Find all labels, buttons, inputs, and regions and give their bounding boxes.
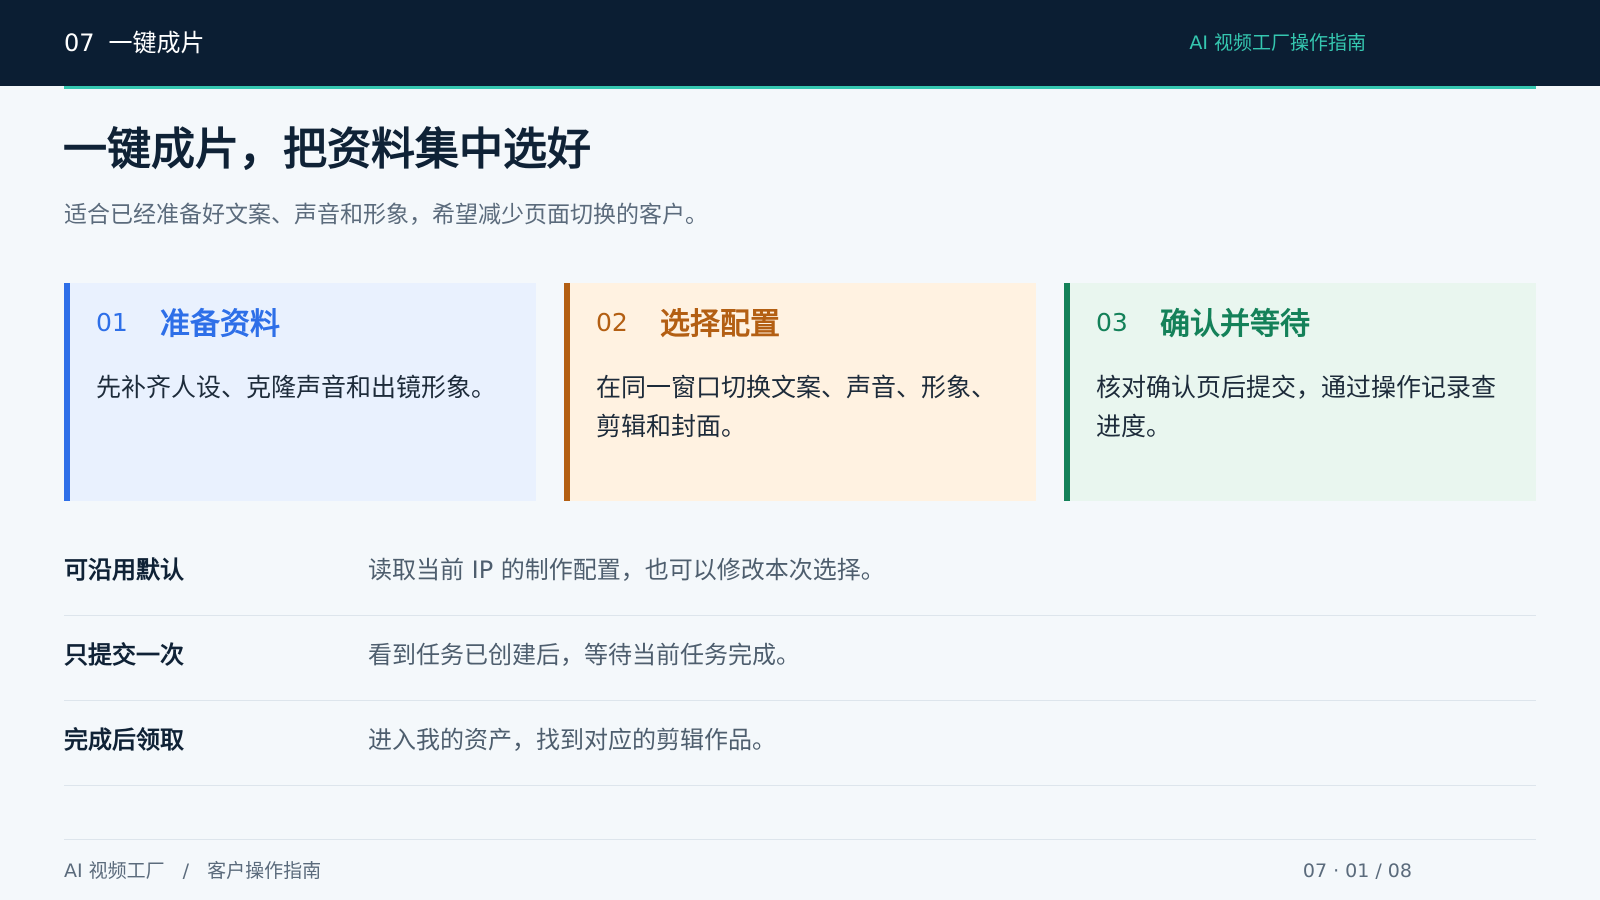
step-description: 核对确认页后提交，通过操作记录查进度。 xyxy=(1096,373,1497,441)
section-heading: 07 一键成片 xyxy=(64,27,205,59)
step-card-prepare: 01 准备资料 先补齐人设、克隆声音和出镜形象。 xyxy=(64,283,536,501)
page-indicator: 07 · 01 / 08 xyxy=(1302,860,1412,882)
footer-divider xyxy=(64,839,1536,840)
step-card-confirm: 03 确认并等待 核对确认页后提交，通过操作记录查进度。 xyxy=(1064,283,1536,501)
note-text: 进入我的资产，找到对应的剪辑作品。 xyxy=(368,726,776,754)
footer-breadcrumb: AI 视频工厂 / 客户操作指南 xyxy=(64,857,321,885)
section-number: 07 xyxy=(64,29,95,57)
note-label: 完成后领取 xyxy=(64,726,184,754)
note-text: 看到任务已创建后，等待当前任务完成。 xyxy=(368,641,800,669)
step-card-configure: 02 选择配置 在同一窗口切换文案、声音、形象、剪辑和封面。 xyxy=(564,283,1036,501)
list-item: 只提交一次 看到任务已创建后，等待当前任务完成。 xyxy=(64,616,1536,701)
page-subtitle: 适合已经准备好文案、声音和形象，希望减少页面切换的客户。 xyxy=(64,202,708,228)
step-description: 在同一窗口切换文案、声音、形象、剪辑和封面。 xyxy=(596,373,997,441)
step-number: 03 xyxy=(1096,308,1128,337)
guide-brand: AI 视频工厂操作指南 xyxy=(1189,32,1366,54)
page-title: 一键成片，把资料集中选好 xyxy=(63,124,591,175)
note-label: 可沿用默认 xyxy=(64,556,184,584)
header-accent-line xyxy=(64,86,1536,89)
step-cards: 01 准备资料 先补齐人设、克隆声音和出镜形象。 02 选择配置 在同一窗口切换文案… xyxy=(64,283,1536,501)
breadcrumb-separator: / xyxy=(182,860,190,882)
step-title: 选择配置 xyxy=(660,307,780,342)
list-item: 完成后领取 进入我的资产，找到对应的剪辑作品。 xyxy=(64,701,1536,786)
note-label: 只提交一次 xyxy=(64,641,184,669)
notes-list: 可沿用默认 读取当前 IP 的制作配置，也可以修改本次选择。 只提交一次 看到任… xyxy=(64,531,1536,786)
list-item: 可沿用默认 读取当前 IP 的制作配置，也可以修改本次选择。 xyxy=(64,531,1536,616)
top-bar: 07 一键成片 AI 视频工厂操作指南 xyxy=(0,0,1600,86)
step-title: 确认并等待 xyxy=(1160,307,1310,342)
section-title: 一键成片 xyxy=(108,29,205,57)
step-number: 01 xyxy=(96,308,128,337)
footer-guide: 客户操作指南 xyxy=(207,860,322,882)
footer-brand: AI 视频工厂 xyxy=(64,860,165,882)
step-title: 准备资料 xyxy=(160,307,280,342)
step-description: 先补齐人设、克隆声音和出镜形象。 xyxy=(96,373,497,402)
note-text: 读取当前 IP 的制作配置，也可以修改本次选择。 xyxy=(368,556,885,584)
step-number: 02 xyxy=(596,308,628,337)
